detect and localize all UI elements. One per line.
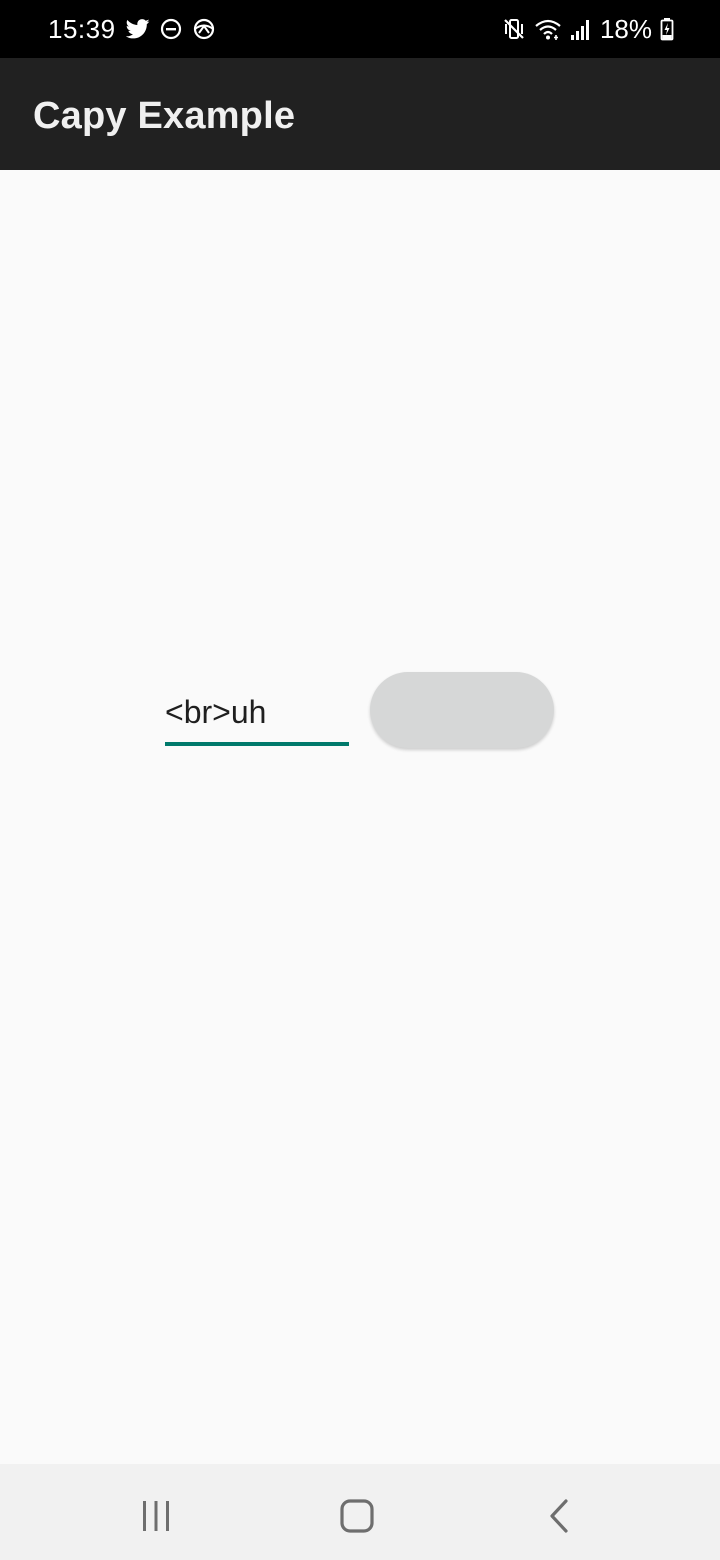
home-icon: [339, 1498, 375, 1539]
text-input-value[interactable]: <br>uh: [165, 694, 266, 731]
recents-button[interactable]: [126, 1488, 186, 1548]
status-left-group: 15:39: [48, 0, 216, 58]
twitter-icon: [125, 18, 150, 40]
main-content: <br>uh: [0, 170, 720, 1464]
wifi-icon: [534, 17, 562, 41]
recents-icon: [140, 1499, 172, 1538]
action-button[interactable]: [370, 672, 554, 748]
mute-vibrate-icon: [502, 17, 526, 41]
app-title: Capy Example: [33, 95, 296, 137]
back-button[interactable]: [529, 1488, 589, 1548]
battery-percentage: 18%: [599, 13, 652, 44]
text-input-underline: [165, 742, 349, 746]
status-time: 15:39: [48, 13, 116, 44]
signal-icon: [570, 17, 592, 41]
status-right-group: 18%: [502, 0, 674, 58]
do-not-disturb-icon: [160, 18, 182, 40]
back-icon: [547, 1498, 571, 1539]
battery-charging-icon: [660, 17, 674, 41]
navigation-bar: [0, 1464, 720, 1560]
sync-icon: [192, 18, 216, 40]
home-button[interactable]: [327, 1488, 387, 1548]
text-input-field[interactable]: <br>uh: [165, 678, 349, 746]
app-bar: Capy Example: [0, 58, 720, 170]
status-bar: 15:39 18%: [0, 0, 720, 58]
